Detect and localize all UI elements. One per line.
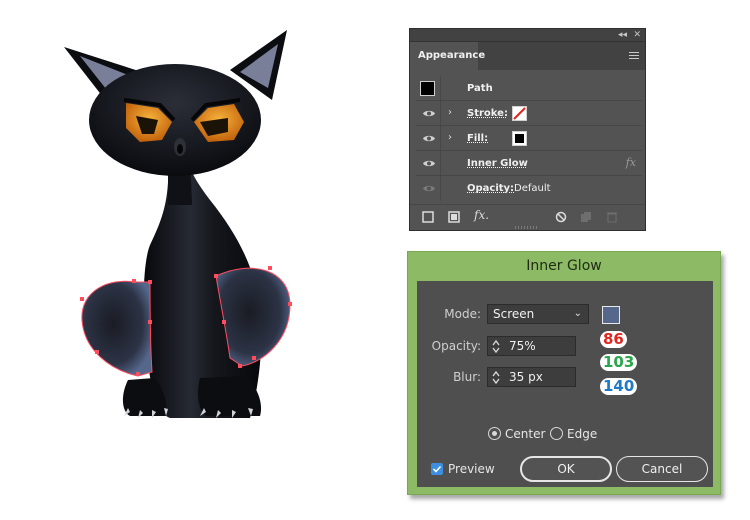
dialog-body: Mode: Screen ⌄ Opacity: 75% Blur: 35 px … bbox=[417, 281, 713, 487]
appearance-panel: ◂◂ ✕ Appearance Path › Stroke: › Fill: I… bbox=[409, 28, 646, 231]
close-panel-icon[interactable]: ✕ bbox=[633, 29, 641, 41]
row-label-inner-glow[interactable]: Inner Glow bbox=[467, 151, 528, 176]
fx-icon[interactable]: fx bbox=[626, 156, 636, 169]
mode-label: Mode: bbox=[444, 307, 481, 321]
radio-center-label: Center bbox=[505, 427, 546, 441]
cat-illustration bbox=[64, 30, 292, 418]
visibility-eye-icon[interactable] bbox=[423, 159, 435, 168]
appearance-row-fill[interactable]: › Fill: bbox=[416, 126, 642, 151]
clear-appearance-icon[interactable] bbox=[555, 211, 567, 223]
dialog-title: Inner Glow bbox=[526, 258, 602, 274]
rgb-blue-value: 140 bbox=[600, 378, 638, 395]
collapse-panel-icon[interactable]: ◂◂ bbox=[618, 29, 627, 41]
glow-color-swatch[interactable] bbox=[602, 306, 620, 324]
blend-mode-value: Screen bbox=[493, 307, 535, 321]
chevron-down-icon: ⌄ bbox=[573, 308, 582, 319]
radio-edge[interactable]: Edge bbox=[550, 426, 597, 442]
add-fill-icon[interactable] bbox=[448, 211, 460, 223]
blur-label: Blur: bbox=[453, 370, 481, 384]
opacity-value: Default bbox=[514, 183, 551, 194]
appearance-attribute-list: Path › Stroke: › Fill: Inner Glow fx Opa… bbox=[416, 76, 642, 201]
stroke-none-swatch-icon[interactable] bbox=[512, 106, 527, 121]
left-paw bbox=[81, 280, 153, 377]
ok-button[interactable]: OK bbox=[520, 456, 612, 482]
appearance-row-opacity[interactable]: Opacity: Default bbox=[416, 176, 642, 201]
expand-chevron-icon[interactable]: › bbox=[448, 107, 452, 119]
fill-swatch[interactable] bbox=[512, 131, 527, 146]
radio-edge-label: Edge bbox=[567, 427, 598, 441]
rgb-green-value: 103 bbox=[600, 354, 638, 371]
inner-glow-dialog: Inner Glow Mode: Screen ⌄ Opacity: 75% B… bbox=[407, 251, 721, 495]
add-effect-fx-icon[interactable]: fx. bbox=[474, 208, 489, 222]
blend-mode-select[interactable]: Screen ⌄ bbox=[487, 304, 589, 324]
panel-tab-row: Appearance bbox=[410, 42, 645, 70]
row-label-stroke[interactable]: Stroke: bbox=[467, 101, 508, 126]
opacity-label: Opacity: bbox=[431, 339, 481, 353]
panel-resize-grip[interactable] bbox=[515, 226, 537, 229]
duplicate-item-icon[interactable] bbox=[580, 211, 592, 223]
appearance-row-stroke[interactable]: › Stroke: bbox=[416, 101, 642, 126]
preview-checkbox[interactable]: Preview bbox=[431, 461, 495, 477]
add-stroke-icon[interactable] bbox=[422, 211, 434, 223]
blur-field[interactable]: 35 px bbox=[487, 367, 576, 387]
visibility-eye-icon[interactable] bbox=[423, 184, 435, 193]
panel-title-strip: ◂◂ ✕ bbox=[410, 29, 645, 42]
opacity-field[interactable]: 75% bbox=[487, 336, 576, 356]
radio-center[interactable]: Center bbox=[488, 426, 545, 442]
appearance-row-path[interactable]: Path bbox=[416, 76, 642, 101]
path-thumbnail bbox=[420, 81, 435, 96]
visibility-eye-icon[interactable] bbox=[423, 134, 435, 143]
visibility-eye-icon[interactable] bbox=[423, 109, 435, 118]
appearance-row-inner-glow[interactable]: Inner Glow fx bbox=[416, 151, 642, 176]
tab-appearance[interactable]: Appearance bbox=[410, 42, 485, 70]
radio-unselected-icon[interactable] bbox=[550, 427, 563, 440]
preview-label: Preview bbox=[448, 462, 495, 476]
checkbox-checked-icon[interactable] bbox=[431, 463, 443, 475]
stepper-icon[interactable] bbox=[491, 338, 501, 355]
appearance-bottom-toolbar: fx. bbox=[410, 204, 645, 230]
panel-menu-icon[interactable] bbox=[629, 52, 639, 60]
rgb-red-value: 86 bbox=[600, 331, 627, 348]
radio-selected-icon[interactable] bbox=[488, 427, 501, 440]
opacity-value[interactable]: 75% bbox=[509, 337, 536, 355]
row-label-path: Path bbox=[467, 83, 493, 94]
blur-value[interactable]: 35 px bbox=[509, 368, 543, 386]
row-label-fill[interactable]: Fill: bbox=[467, 126, 488, 151]
row-label-opacity[interactable]: Opacity: bbox=[467, 176, 514, 201]
cancel-button[interactable]: Cancel bbox=[616, 456, 708, 482]
expand-chevron-icon[interactable]: › bbox=[448, 132, 452, 144]
delete-item-icon[interactable] bbox=[606, 211, 618, 223]
stepper-icon[interactable] bbox=[491, 369, 501, 386]
